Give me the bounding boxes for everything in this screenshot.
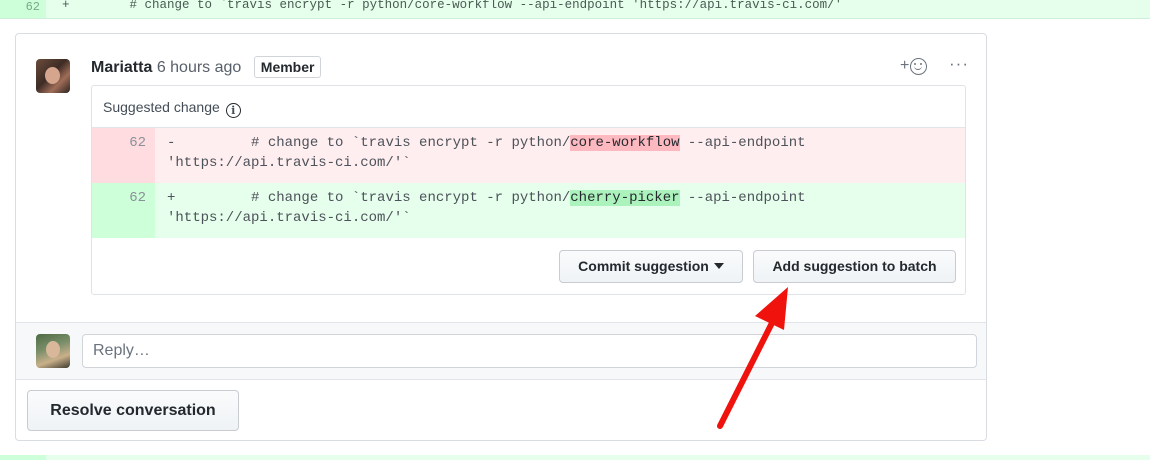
- top-diff-line: 62 + # change to `travis encrypt -r pyth…: [0, 0, 1150, 19]
- current-user-avatar: [36, 334, 70, 368]
- suggested-change-title: Suggested change: [103, 99, 220, 115]
- comment-header: Mariatta 6 hours ago Member: [91, 56, 322, 78]
- deleted-continuation: 'https://api.travis-ci.com/'`: [167, 155, 411, 171]
- member-badge: Member: [253, 56, 322, 78]
- resolve-conversation-button[interactable]: Resolve conversation: [27, 390, 239, 431]
- added-sign: +: [167, 190, 176, 206]
- plus-icon: +: [900, 57, 910, 74]
- top-diff-sign: +: [62, 0, 70, 12]
- deleted-highlight: core-workflow: [570, 135, 680, 151]
- added-highlight: cherry-picker: [570, 190, 680, 206]
- added-line-code: + # change to `travis encrypt -r python/…: [167, 188, 806, 228]
- smiley-icon: [910, 57, 928, 75]
- added-continuation: 'https://api.travis-ci.com/'`: [167, 210, 411, 226]
- suggested-change-header: Suggested change i: [92, 86, 965, 128]
- add-suggestion-to-batch-label: Add suggestion to batch: [772, 258, 937, 274]
- more-options-icon[interactable]: ···: [949, 54, 969, 74]
- review-thread: Mariatta 6 hours ago Member + ··· Sugges…: [15, 33, 987, 441]
- deleted-post: --api-endpoint: [679, 135, 806, 151]
- reply-input[interactable]: Reply…: [82, 334, 977, 368]
- reply-bar: Reply…: [16, 322, 986, 380]
- added-post: --api-endpoint: [679, 190, 806, 206]
- added-pre: # change to `travis encrypt -r python/: [183, 190, 571, 206]
- caret-down-icon: [713, 263, 724, 269]
- comment-author[interactable]: Mariatta: [91, 59, 152, 76]
- comment-timestamp[interactable]: 6 hours ago: [157, 59, 242, 76]
- commit-suggestion-label: Commit suggestion: [578, 258, 709, 274]
- author-avatar[interactable]: [36, 59, 70, 93]
- top-diff-line-number: 62: [0, 0, 46, 18]
- deleted-pre: # change to `travis encrypt -r python/: [183, 135, 571, 151]
- add-reaction-button[interactable]: +: [900, 57, 928, 75]
- deleted-line-code: - # change to `travis encrypt -r python/…: [167, 133, 806, 173]
- added-line: 62 + # change to `travis encrypt -r pyth…: [92, 183, 965, 238]
- commit-suggestion-button[interactable]: Commit suggestion: [559, 250, 743, 283]
- bottom-diff-line: [0, 455, 1150, 460]
- deleted-line: 62 - # change to `travis encrypt -r pyth…: [92, 128, 965, 183]
- top-diff-code: + # change to `travis encrypt -r python/…: [62, 0, 842, 12]
- deleted-line-number: 62: [92, 128, 155, 183]
- deleted-sign: -: [167, 135, 176, 151]
- suggested-change-box: Suggested change i 62 - # change to `tra…: [91, 85, 966, 295]
- top-diff-code-text: # change to `travis encrypt -r python/co…: [129, 0, 843, 12]
- added-line-number: 62: [92, 183, 155, 238]
- info-icon[interactable]: i: [225, 103, 241, 118]
- add-suggestion-to-batch-button[interactable]: Add suggestion to batch: [753, 250, 956, 283]
